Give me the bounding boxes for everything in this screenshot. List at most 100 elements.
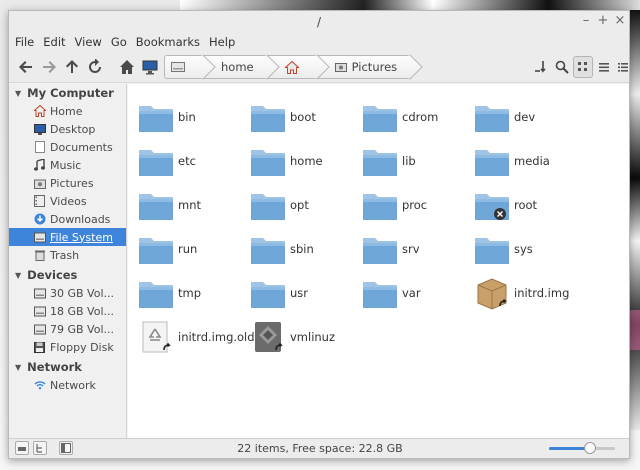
filesystem-icon xyxy=(33,231,46,244)
sidebar-heading-network[interactable]: ▼ Network xyxy=(9,358,126,376)
file-name: var xyxy=(402,286,421,300)
menu-view[interactable]: View xyxy=(75,35,102,49)
reload-button[interactable] xyxy=(84,56,106,78)
file-item-root[interactable]: root xyxy=(474,186,537,224)
file-name: initrd.img xyxy=(514,286,570,300)
file-item-vmlinuz[interactable]: vmlinuz xyxy=(250,318,335,356)
documents-icon xyxy=(33,141,46,154)
sidebar-item-volume-79gb[interactable]: 79 GB Vol... xyxy=(9,320,126,338)
compact-view-button[interactable] xyxy=(613,56,629,78)
file-item-cdrom[interactable]: cdrom xyxy=(362,98,438,136)
sidebar-item-documents[interactable]: Documents xyxy=(9,138,126,156)
sidebar-item-network[interactable]: Network xyxy=(9,376,126,394)
menu-go[interactable]: Go xyxy=(111,35,127,49)
menu-edit[interactable]: Edit xyxy=(43,35,65,49)
folder-icon xyxy=(139,194,173,220)
sidebar-item-file-system[interactable]: File System xyxy=(9,228,126,246)
music-icon xyxy=(33,159,46,172)
file-item-run[interactable]: run xyxy=(138,230,197,268)
zoom-slider-handle[interactable] xyxy=(584,442,596,454)
file-name: sbin xyxy=(290,242,314,256)
sidebar-item-volume-18gb[interactable]: 18 GB Vol... xyxy=(9,302,126,320)
package-icon xyxy=(477,278,507,310)
sidebar-item-floppy[interactable]: Floppy Disk xyxy=(9,338,126,356)
sidebar-item-desktop[interactable]: Desktop xyxy=(9,120,126,138)
file-item-dev[interactable]: dev xyxy=(474,98,535,136)
back-button[interactable] xyxy=(15,56,37,78)
toolbar: home Pictures xyxy=(9,51,629,83)
sidebar-item-home[interactable]: Home xyxy=(9,102,126,120)
sidebar-item-volume-30gb[interactable]: 30 GB Vol... xyxy=(9,284,126,302)
recycle-icon xyxy=(142,321,171,353)
sidebar-heading-devices[interactable]: ▼ Devices xyxy=(9,266,126,284)
file-item-home[interactable]: home xyxy=(250,142,323,180)
folder-icon xyxy=(251,106,285,132)
file-item-bin[interactable]: bin xyxy=(138,98,196,136)
menu-help[interactable]: Help xyxy=(209,35,235,49)
folder-icon xyxy=(251,150,285,176)
list-view-button[interactable] xyxy=(594,56,614,78)
file-item-media[interactable]: media xyxy=(474,142,550,180)
menu-bookmarks[interactable]: Bookmarks xyxy=(136,35,200,49)
forward-button[interactable] xyxy=(38,56,60,78)
file-item-initrd-img-old[interactable]: initrd.img.old xyxy=(138,318,255,356)
file-item-srv[interactable]: srv xyxy=(362,230,420,268)
drive-icon xyxy=(171,61,185,73)
floppy-icon xyxy=(33,341,46,354)
home-button[interactable] xyxy=(116,56,138,78)
maximize-button[interactable]: + xyxy=(596,14,610,28)
home-icon xyxy=(120,60,134,74)
menu-file[interactable]: File xyxy=(15,35,34,49)
file-item-sbin[interactable]: sbin xyxy=(250,230,314,268)
titlebar[interactable]: / – + × xyxy=(9,11,629,33)
file-view[interactable]: bin boot cdrom dev etc home lib media mn… xyxy=(128,84,629,440)
file-item-tmp[interactable]: tmp xyxy=(138,274,201,312)
file-item-opt[interactable]: opt xyxy=(250,186,309,224)
file-item-lib[interactable]: lib xyxy=(362,142,416,180)
file-item-sys[interactable]: sys xyxy=(474,230,533,268)
file-name: run xyxy=(178,242,198,256)
binary-icon xyxy=(255,322,283,352)
drive-icon xyxy=(33,323,46,336)
downloads-icon xyxy=(33,213,46,226)
file-name: initrd.img.old xyxy=(178,330,255,344)
search-button[interactable] xyxy=(552,56,572,78)
toggle-location-button[interactable] xyxy=(531,56,551,78)
minimize-button[interactable]: – xyxy=(579,14,593,28)
videos-icon xyxy=(33,195,46,208)
file-item-initrd-img[interactable]: initrd.img xyxy=(474,274,569,312)
sidebar-item-trash[interactable]: Trash xyxy=(9,246,126,264)
sidebar: ▼ My Computer Home Desktop Documents Musi… xyxy=(9,84,127,440)
sidebar-item-videos[interactable]: Videos xyxy=(9,192,126,210)
icon-view-button[interactable] xyxy=(573,56,593,78)
file-item-etc[interactable]: etc xyxy=(138,142,196,180)
compact-view-icon xyxy=(618,63,628,72)
sidebar-item-downloads[interactable]: Downloads xyxy=(9,210,126,228)
folder-icon xyxy=(363,282,397,308)
status-text: 22 items, Free space: 22.8 GB xyxy=(237,442,403,455)
expander-icon: ▼ xyxy=(15,270,22,280)
file-item-var[interactable]: var xyxy=(362,274,421,312)
window-title: / xyxy=(316,15,322,29)
computer-button[interactable] xyxy=(139,56,161,78)
pictures-icon xyxy=(33,177,46,190)
arrow-left-icon xyxy=(19,61,32,73)
file-item-usr[interactable]: usr xyxy=(250,274,308,312)
sidebar-item-pictures[interactable]: Pictures xyxy=(9,174,126,192)
file-item-boot[interactable]: boot xyxy=(250,98,316,136)
file-item-proc[interactable]: proc xyxy=(362,186,427,224)
breadcrumb-pictures[interactable]: Pictures xyxy=(317,55,412,79)
folder-icon xyxy=(139,238,173,264)
sidebar-item-music[interactable]: Music xyxy=(9,156,126,174)
up-button[interactable] xyxy=(61,56,83,78)
file-name: bin xyxy=(178,110,196,124)
folder-icon xyxy=(139,150,173,176)
breadcrumb-root[interactable] xyxy=(164,55,204,79)
folder-icon xyxy=(363,238,397,264)
file-item-mnt[interactable]: mnt xyxy=(138,186,201,224)
sidebar-heading-my-computer[interactable]: ▼ My Computer xyxy=(9,84,126,102)
close-button[interactable]: × xyxy=(613,14,627,28)
file-name: dev xyxy=(514,110,536,124)
folder-icon xyxy=(363,106,397,132)
expander-icon: ▼ xyxy=(15,362,22,372)
